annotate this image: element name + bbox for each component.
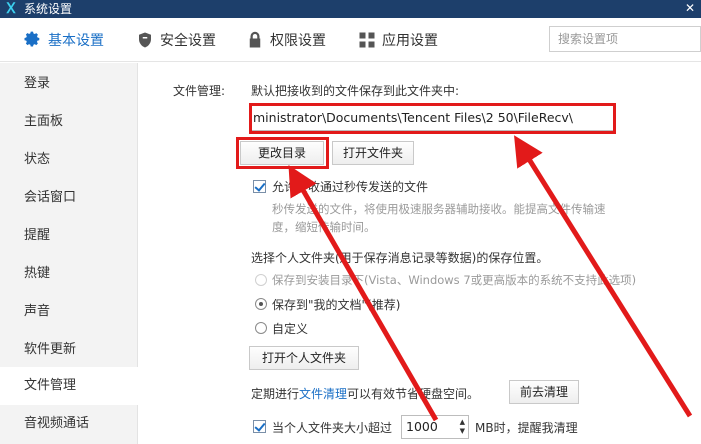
sidebar-item-login[interactable]: 登录: [0, 65, 138, 103]
close-icon[interactable]: ✕: [685, 2, 697, 14]
personal-folder-description: 选择个人文件夹(用于保存消息记录等数据)的保存位置。: [251, 251, 549, 265]
radio-install-dir-label: 保存到安装目录下(Vista、Windows 7或更高版本的系统不支持此选项): [272, 273, 637, 287]
radio-custom[interactable]: [255, 322, 267, 334]
sidebar-item-file-management[interactable]: 文件管理: [0, 367, 138, 405]
stepper-arrows-icon[interactable]: ▲ ▼: [460, 418, 465, 436]
go-cleanup-button[interactable]: 前去清理: [509, 380, 579, 404]
title-bar: Ｘ 系统设置 ✕: [0, 0, 701, 18]
radio-my-documents-label: 保存到"我的文档"(推荐): [272, 298, 401, 312]
settings-sidebar: 登录 主面板 状态 会话窗口 提醒 热键 声音 软件更新 文件管理 音视频通话: [0, 63, 138, 444]
tab-app-settings[interactable]: 应用设置: [358, 18, 438, 62]
apps-grid-icon: [358, 31, 376, 49]
search-input[interactable]: 搜索设置项: [549, 26, 701, 52]
size-alert-suffix: MB时，提醒我清理: [475, 421, 578, 435]
window-title: 系统设置: [24, 2, 73, 16]
file-cleanup-link[interactable]: 文件清理: [299, 385, 347, 402]
open-folder-button[interactable]: 打开文件夹: [332, 141, 414, 165]
sidebar-item-status[interactable]: 状态: [0, 141, 138, 179]
open-personal-folder-button[interactable]: 打开个人文件夹: [249, 346, 359, 370]
sidebar-item-chat-window[interactable]: 会话窗口: [0, 179, 138, 217]
offline-description-line2: 度，缩短传输时间。: [272, 220, 376, 234]
offline-description-line1: 秒传发送的文件，将使用极速服务器辅助接收。能提高文件传输速: [272, 202, 606, 216]
sidebar-item-sound[interactable]: 声音: [0, 293, 138, 331]
lock-icon: [246, 31, 264, 49]
size-limit-value: 1000: [406, 419, 438, 434]
cleanup-suffix: 可以有效节省硬盘空间。: [347, 387, 480, 401]
tab-label: 应用设置: [382, 33, 438, 49]
app-logo-icon: Ｘ: [4, 1, 18, 17]
annotation-path-highlight-box: [249, 103, 616, 134]
tab-security-settings[interactable]: 安全设置: [136, 18, 216, 62]
sidebar-item-main-panel[interactable]: 主面板: [0, 103, 138, 141]
sidebar-item-av-call[interactable]: 音视频通话: [0, 405, 138, 443]
allow-offline-checkbox[interactable]: [253, 180, 266, 193]
tab-label: 安全设置: [160, 33, 216, 49]
shield-icon: [136, 31, 154, 49]
tab-permission-settings[interactable]: 权限设置: [246, 18, 326, 62]
radio-my-documents[interactable]: [255, 298, 267, 310]
size-alert-checkbox[interactable]: [253, 420, 266, 433]
sidebar-item-software-update[interactable]: 软件更新: [0, 331, 138, 369]
allow-offline-label: 允许接收通过秒传发送的文件: [272, 180, 429, 194]
save-location-description: 默认把接收到的文件保存到此文件夹中:: [251, 84, 460, 98]
tab-label: 基本设置: [48, 33, 104, 49]
radio-install-dir[interactable]: [255, 274, 267, 286]
sidebar-item-hotkeys[interactable]: 热键: [0, 255, 138, 293]
size-limit-stepper[interactable]: 1000 ▲ ▼: [401, 415, 469, 439]
radio-custom-label: 自定义: [272, 322, 309, 336]
gear-icon: [24, 31, 42, 49]
tab-basic-settings[interactable]: 基本设置: [24, 18, 104, 62]
tab-label: 权限设置: [270, 33, 326, 49]
size-alert-prefix: 当个人文件夹大小超过: [272, 421, 393, 435]
settings-tab-bar: 基本设置 安全设置 权限设置 应用设置 搜索设置项: [0, 18, 701, 62]
sidebar-item-reminder[interactable]: 提醒: [0, 217, 138, 255]
cleanup-prefix: 定期进行: [251, 387, 300, 401]
annotation-button-highlight-box: [236, 137, 329, 169]
section-label: 文件管理:: [173, 84, 226, 98]
